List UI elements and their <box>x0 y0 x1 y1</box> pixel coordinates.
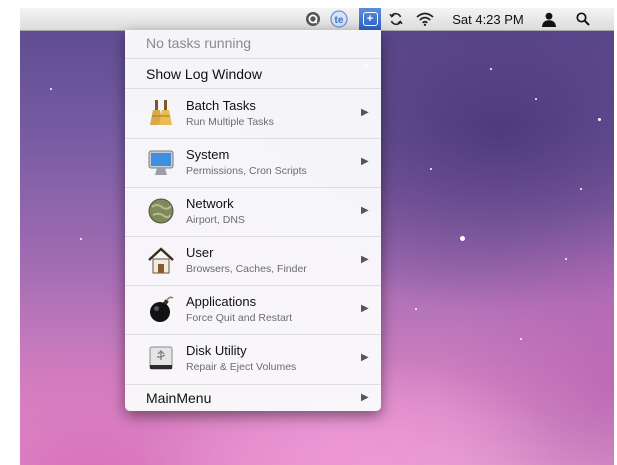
menu-item-network[interactable]: Network Airport, DNS ▶ <box>125 188 381 236</box>
te-app-icon: te <box>330 10 348 28</box>
menubar-clock[interactable]: Sat 4:23 PM <box>442 8 534 30</box>
star <box>520 338 522 340</box>
tasks-dropdown-menu: No tasks running Show Log Window Batch T… <box>125 30 381 411</box>
desktop-background: te + Sat 4:23 PM No tasks running Show L… <box>20 8 614 465</box>
menu-item-mainmenu[interactable]: MainMenu ▶ <box>125 385 381 411</box>
star <box>598 118 601 121</box>
menu-bar: te + Sat 4:23 PM <box>20 8 614 31</box>
submenu-arrow-icon: ▶ <box>361 205 369 216</box>
system-subtitle: Permissions, Cron Scripts <box>186 165 307 177</box>
star <box>430 168 432 170</box>
menu-item-user[interactable]: User Browsers, Caches, Finder ▶ <box>125 237 381 285</box>
mainmenu-label: MainMenu <box>146 390 212 406</box>
bomb-icon <box>150 296 174 322</box>
status-item-q[interactable] <box>302 8 324 30</box>
svg-text:te: te <box>335 15 344 26</box>
menu-separator <box>125 58 381 59</box>
disk-icon <box>149 346 173 370</box>
status-item-wifi[interactable] <box>414 8 436 30</box>
status-item-te[interactable]: te <box>326 8 352 30</box>
status-row: No tasks running <box>125 30 381 56</box>
submenu-arrow-icon: ▶ <box>361 254 369 265</box>
star <box>460 236 465 241</box>
star <box>80 238 82 240</box>
spotlight-search-icon <box>576 12 590 26</box>
show-log-window-item[interactable]: Show Log Window <box>125 60 381 87</box>
network-title: Network <box>186 196 234 211</box>
star <box>490 68 492 70</box>
broom-icon <box>150 100 172 125</box>
batch-tasks-subtitle: Run Multiple Tasks <box>186 116 274 128</box>
submenu-arrow-icon: ▶ <box>361 352 369 363</box>
system-title: System <box>186 147 230 162</box>
wifi-icon <box>416 12 434 26</box>
applications-subtitle: Force Quit and Restart <box>186 312 293 324</box>
status-item-tasks-active[interactable]: + <box>359 8 381 30</box>
user-subtitle: Browsers, Caches, Finder <box>186 263 307 275</box>
menu-item-disk-utility[interactable]: Disk Utility Repair & Eject Volumes ▶ <box>125 335 381 384</box>
house-icon <box>148 247 174 274</box>
show-log-window-label: Show Log Window <box>146 66 262 82</box>
star <box>580 188 582 190</box>
user-title: User <box>186 245 214 260</box>
submenu-arrow-icon: ▶ <box>361 303 369 314</box>
status-item-spotlight[interactable] <box>572 8 594 30</box>
applications-title: Applications <box>186 294 257 309</box>
disk-utility-title: Disk Utility <box>186 343 247 358</box>
menu-item-applications[interactable]: Applications Force Quit and Restart ▶ <box>125 286 381 334</box>
menu-item-system[interactable]: System Permissions, Cron Scripts ▶ <box>125 139 381 187</box>
star <box>415 308 417 310</box>
sync-icon <box>389 12 403 26</box>
plus-box-icon: + <box>362 12 378 26</box>
submenu-arrow-icon: ▶ <box>361 107 369 118</box>
batch-tasks-title: Batch Tasks <box>186 98 256 113</box>
disk-utility-subtitle: Repair & Eject Volumes <box>186 361 297 373</box>
network-subtitle: Airport, DNS <box>186 214 245 226</box>
star <box>50 88 52 90</box>
status-item-user[interactable] <box>538 8 560 30</box>
user-icon <box>542 12 556 27</box>
menu-item-batch-tasks[interactable]: Batch Tasks Run Multiple Tasks ▶ <box>125 89 381 137</box>
monitor-icon <box>148 150 174 175</box>
q-circle-icon <box>306 12 320 26</box>
star <box>565 258 567 260</box>
star <box>535 98 537 100</box>
status-text: No tasks running <box>146 35 252 51</box>
status-item-sync[interactable] <box>386 8 406 30</box>
globe-icon <box>148 198 174 224</box>
submenu-arrow-icon: ▶ <box>361 156 369 167</box>
submenu-arrow-icon: ▶ <box>361 392 369 403</box>
